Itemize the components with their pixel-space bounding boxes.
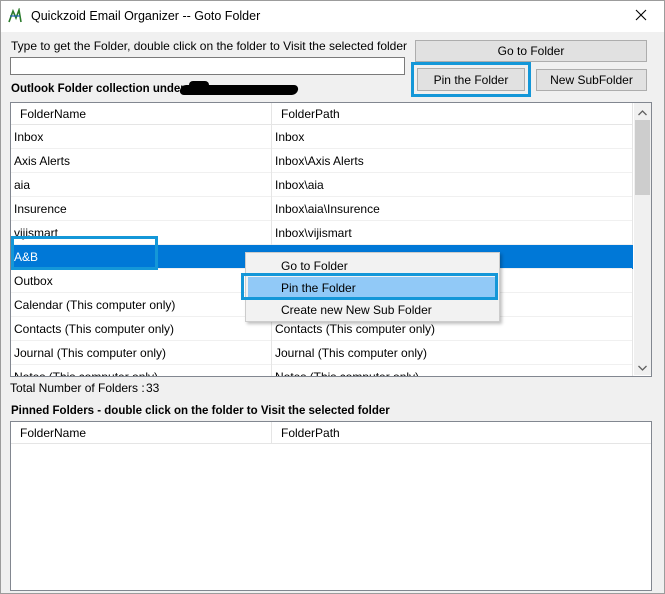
close-button[interactable] [618,1,664,32]
go-to-folder-button[interactable]: Go to Folder [415,40,647,62]
total-folders-count: 33 [146,381,160,395]
folder-path-cell: Inbox\Axis Alerts [272,149,633,173]
window-title: Quickzoid Email Organizer -- Goto Folder [31,9,261,23]
folder-name-cell: Contacts (This computer only) [11,317,272,341]
pinned-folders-label: Pinned Folders - double click on the fol… [11,405,390,417]
chevron-up-icon [638,105,647,119]
title-bar: Quickzoid Email Organizer -- Goto Folder [1,1,664,32]
folder-row[interactable]: Axis Alerts Inbox\Axis Alerts [11,149,633,173]
menu-item-create-sub-folder[interactable]: Create new New Sub Folder [248,299,497,321]
folder-name-cell: Axis Alerts [11,149,272,173]
folder-row[interactable]: Notes (This computer only) Notes (This co… [11,365,633,376]
folder-name-cell: Insurence [11,197,272,221]
folder-grid-scrollbar[interactable] [634,103,651,375]
redacted-account-name-mark [189,81,209,89]
chevron-down-icon [638,360,647,374]
column-header-foldername[interactable]: FolderName [11,103,272,125]
close-icon [635,9,647,24]
app-icon [7,6,23,24]
folder-search-input[interactable] [10,57,405,75]
goto-folder-window: Quickzoid Email Organizer -- Goto Folder… [0,0,665,594]
folder-name-cell: Calendar (This computer only) [11,293,272,317]
folder-name-cell: Journal (This computer only) [11,341,272,365]
folder-path-cell: Inbox\vijismart [272,221,633,245]
pinned-folders-grid[interactable]: FolderName FolderPath [10,421,652,591]
pinned-grid-header: FolderName FolderPath [11,422,651,444]
folder-name-cell: aia [11,173,272,197]
total-folders-label: Total Number of Folders : [10,381,145,395]
folder-path-cell: Journal (This computer only) [272,341,633,365]
folder-row[interactable]: Insurence Inbox\aia\Insurence [11,197,633,221]
scroll-thumb[interactable] [635,120,650,195]
folder-name-cell: Notes (This computer only) [11,365,272,376]
folder-path-cell: Inbox\aia [272,173,633,197]
folder-row[interactable]: aia Inbox\aia [11,173,633,197]
scroll-down-arrow[interactable] [634,358,651,375]
folder-path-cell: Notes (This computer only) [272,365,633,376]
selected-row-highlight-box [11,236,158,270]
folder-path-cell: Inbox\aia\Insurence [272,197,633,221]
folder-row[interactable]: Inbox Inbox [11,125,633,149]
pin-button-highlight-box [411,62,531,97]
scroll-up-arrow[interactable] [634,103,651,120]
folder-name-cell: Outbox [11,269,272,293]
folder-row[interactable]: Journal (This computer only) Journal (Thi… [11,341,633,365]
pinned-column-header-folderpath[interactable]: FolderPath [272,422,651,444]
folder-path-cell: Inbox [272,125,633,149]
folder-name-cell: Inbox [11,125,272,149]
column-header-folderpath[interactable]: FolderPath [272,103,633,125]
new-subfolder-button[interactable]: New SubFolder [536,69,647,91]
folder-collection-label: Outlook Folder collection under [11,83,185,95]
pinned-column-header-foldername[interactable]: FolderName [11,422,272,444]
folder-grid-header: FolderName FolderPath [11,103,633,125]
search-hint-label: Type to get the Folder, double click on … [11,39,408,53]
menu-item-highlight-box [241,273,498,300]
